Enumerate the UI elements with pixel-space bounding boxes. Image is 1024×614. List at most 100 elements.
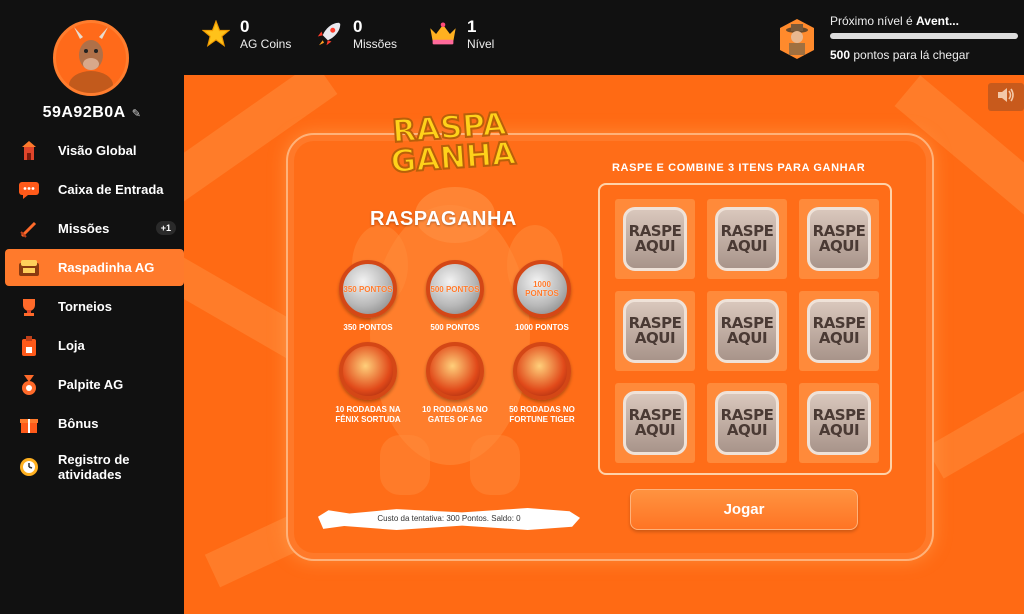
wizard-icon	[426, 342, 484, 400]
phoenix-icon	[339, 342, 397, 400]
background-stripe	[925, 367, 1024, 479]
sidebar-item-bonus[interactable]: Bônus	[5, 405, 184, 442]
crown-icon	[427, 18, 459, 50]
next-level-name: Avent...	[916, 14, 959, 28]
sidebar-item-label: Raspadinha AG	[58, 260, 155, 275]
coin-text: 350 PONTOS	[343, 284, 393, 294]
sound-toggle-button[interactable]	[988, 83, 1024, 111]
prize-fenix-spins: 10 RODADAS NA FÊNIX SORTUDA	[324, 342, 412, 425]
tile-line2: AQUI	[726, 237, 768, 255]
sidebar-item-raspadinha-ag[interactable]: Raspadinha AG	[5, 249, 184, 286]
sidebar-item-label: Visão Global	[58, 143, 137, 158]
scratch-tile-face: RASPE AQUI	[623, 207, 687, 271]
scratch-tile-face: RASPE AQUI	[807, 391, 871, 455]
coins-label: AG Coins	[240, 37, 292, 51]
points-needed: 500 pontos para lá chegar	[830, 48, 969, 62]
sidebar-item-missoes[interactable]: Missões +1	[5, 210, 184, 247]
scratch-tile-face: RASPE AQUI	[623, 391, 687, 455]
medal-icon	[17, 373, 41, 397]
tile-text: RASPE AQUI	[721, 408, 774, 438]
tile-line2: AQUI	[818, 237, 860, 255]
sidebar-item-label: Caixa de Entrada	[58, 182, 164, 197]
next-level-prefix: Próximo nível é	[830, 14, 917, 28]
sidebar-item-visao-global[interactable]: Visão Global	[5, 132, 184, 169]
sidebar-item-label: Torneios	[58, 299, 112, 314]
tile-line2: AQUI	[726, 421, 768, 439]
prize-tiger-spins: 50 RODADAS NO FORTUNE TIGER	[498, 342, 586, 425]
coins-count: 0	[240, 17, 250, 36]
rocket-icon	[313, 18, 345, 50]
prize-label: 1000 PONTOS	[515, 323, 569, 332]
scratch-tile-face: RASPE AQUI	[715, 391, 779, 455]
points-value: 500	[830, 48, 851, 62]
prize-350-points: 350 PONTOS 350 PONTOS	[324, 260, 412, 333]
tile-text: RASPE AQUI	[813, 408, 866, 438]
prize-label: 50 RODADAS NO FORTUNE TIGER	[509, 405, 575, 424]
stat-coins: 0 AG Coins	[200, 18, 291, 52]
scratch-tile[interactable]: RASPE AQUI	[799, 199, 879, 279]
raspaganha-logo: RASPA GANHA	[380, 105, 520, 181]
instructions-text: RASPE E COMBINE 3 ITENS PARA GANHAR	[612, 162, 866, 174]
sidebar-item-caixa-de-entrada[interactable]: Caixa de Entrada	[5, 171, 184, 208]
sidebar-item-loja[interactable]: Loja	[5, 327, 184, 364]
scratch-tile-face: RASPE AQUI	[715, 299, 779, 363]
tile-line2: AQUI	[726, 329, 768, 347]
sidebar-item-torneios[interactable]: Torneios	[5, 288, 184, 325]
tile-line2: AQUI	[818, 329, 860, 347]
scratch-tile-face: RASPE AQUI	[807, 207, 871, 271]
scratch-grid: RASPE AQUI RASPE AQUI RASPE AQUI RASPE AQUI …	[598, 183, 892, 475]
sidebar-item-palpite-ag[interactable]: Palpite AG	[5, 366, 184, 403]
stat-level: 1 Nível	[427, 18, 494, 52]
scratch-tile[interactable]: RASPE AQUI	[799, 383, 879, 463]
scratch-tile[interactable]: RASPE AQUI	[799, 291, 879, 371]
level-count: 1	[467, 17, 477, 36]
stat-missions: 0 Missões	[313, 18, 397, 52]
next-level-info: Próximo nível é Avent... 500 pontos para…	[778, 12, 1018, 64]
sidebar-item-label: Loja	[58, 338, 85, 353]
scratch-tile[interactable]: RASPE AQUI	[707, 199, 787, 279]
top-bar: 0 AG Coins 0 Missões 1 Nível Próximo nível …	[184, 0, 1024, 75]
sidebar-item-label: Bônus	[58, 416, 99, 431]
scratch-tile[interactable]: RASPE AQUI	[615, 383, 695, 463]
tile-text: RASPE AQUI	[813, 316, 866, 346]
scratch-tile[interactable]: RASPE AQUI	[615, 199, 695, 279]
tile-text: RASPE AQUI	[721, 224, 774, 254]
shop-icon	[17, 334, 41, 358]
tile-line2: AQUI	[634, 421, 676, 439]
avatar[interactable]	[53, 20, 129, 96]
coin-icon: 500 PONTOS	[426, 260, 484, 318]
star-icon	[200, 18, 232, 50]
play-button[interactable]: Jogar	[630, 489, 858, 530]
missions-badge: +1	[155, 221, 176, 235]
clock-icon	[17, 455, 41, 479]
prize-label: 350 PONTOS	[343, 323, 393, 332]
sidebar-item-label: Registro de atividades	[58, 452, 130, 482]
tile-text: RASPE AQUI	[813, 224, 866, 254]
prize-500-points: 500 PONTOS 500 PONTOS	[411, 260, 499, 333]
tile-text: RASPE AQUI	[629, 224, 682, 254]
gift-icon	[17, 412, 41, 436]
tiger-icon	[513, 342, 571, 400]
coin-icon: 1000 PONTOS	[513, 260, 571, 318]
scratch-tile[interactable]: RASPE AQUI	[615, 291, 695, 371]
coin-icon: 350 PONTOS	[339, 260, 397, 318]
game-title: RASPAGANHA	[370, 208, 517, 230]
sidebar-item-registro[interactable]: Registro de atividades	[5, 444, 184, 490]
prize-label: 500 PONTOS	[430, 323, 480, 332]
prize-gates-spins: 10 RODADAS NO GATES OF AG	[411, 342, 499, 425]
sidebar-nav: Visão Global Caixa de Entrada Missões +1…	[5, 132, 184, 492]
tower-icon	[17, 139, 41, 163]
scratch-tile-face: RASPE AQUI	[715, 207, 779, 271]
tile-text: RASPE AQUI	[721, 316, 774, 346]
level-label: Nível	[467, 37, 495, 51]
scratch-tile-face: RASPE AQUI	[623, 299, 687, 363]
tile-line2: AQUI	[818, 421, 860, 439]
scratch-tile[interactable]: RASPE AQUI	[707, 291, 787, 371]
tile-text: RASPE AQUI	[629, 408, 682, 438]
edit-icon[interactable]: ✎	[132, 108, 142, 120]
adventurer-icon	[778, 18, 816, 60]
scratch-tile[interactable]: RASPE AQUI	[707, 383, 787, 463]
points-suffix: pontos para lá chegar	[850, 48, 970, 62]
sidebar-item-label: Missões	[58, 221, 110, 236]
trophy-icon	[17, 295, 41, 319]
